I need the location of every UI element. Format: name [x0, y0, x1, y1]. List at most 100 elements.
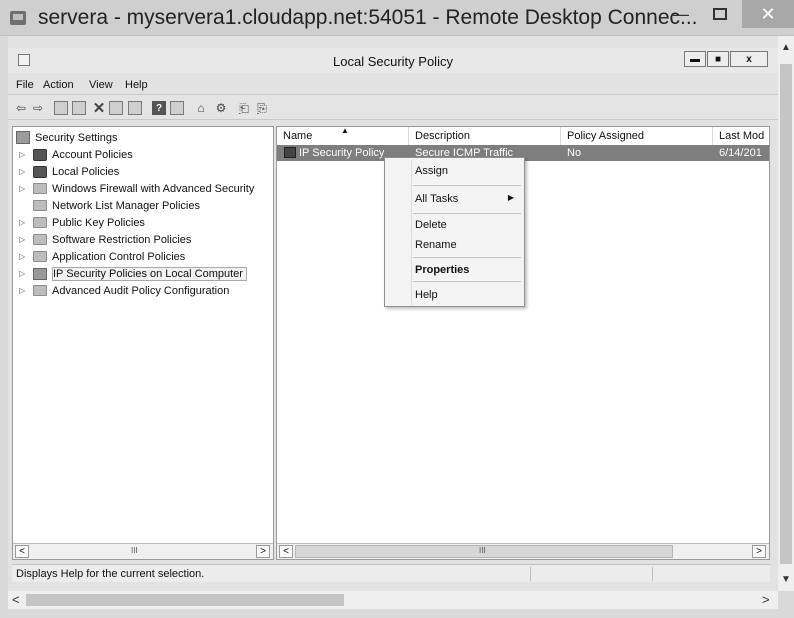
rdp-horizontal-thumb[interactable]: [26, 594, 344, 606]
tree-root[interactable]: Security Settings: [13, 129, 118, 146]
scroll-grip[interactable]: III: [131, 546, 138, 555]
expand-arrow-icon[interactable]: ▷: [19, 218, 29, 227]
scroll-up-icon[interactable]: ▲: [781, 42, 791, 53]
scroll-right-button[interactable]: >: [752, 545, 766, 558]
remote-desktop-icon: [10, 11, 26, 25]
status-text: Displays Help for the current selection.: [16, 568, 205, 580]
tree-item-ip-security-policies[interactable]: ▷ IP Security Policies on Local Computer: [13, 265, 247, 282]
tree-item-label: Software Restriction Policies: [52, 233, 192, 246]
cell-last-modified: 6/14/201: [719, 147, 762, 159]
expand-arrow-icon[interactable]: ▷: [19, 269, 29, 278]
back-arrow-icon[interactable]: ⇦: [14, 101, 28, 115]
column-header-name[interactable]: Name ▲: [277, 127, 409, 145]
menu-action[interactable]: Action: [43, 79, 74, 91]
ip-policy-icon: [284, 147, 296, 158]
scroll-right-button[interactable]: >: [256, 545, 270, 558]
menu-view[interactable]: View: [89, 79, 113, 91]
expand-arrow-icon[interactable]: ▷: [19, 184, 29, 193]
expand-arrow-icon[interactable]: ▷: [19, 252, 29, 261]
menu-item-properties[interactable]: Properties: [385, 259, 524, 281]
maximize-button[interactable]: ■: [707, 51, 729, 67]
tree-item-label: Account Policies: [52, 148, 133, 161]
menu-item-delete[interactable]: Delete: [385, 214, 524, 236]
scroll-left-icon[interactable]: <: [12, 592, 20, 607]
expand-arrow-icon[interactable]: ▷: [19, 167, 29, 176]
tree-item-public-key-policies[interactable]: ▷ Public Key Policies: [13, 214, 145, 231]
expand-arrow-icon[interactable]: ▷: [19, 235, 29, 244]
lock-folder-icon: [33, 148, 47, 161]
folder-icon: [33, 200, 47, 211]
scroll-left-button[interactable]: <: [15, 545, 29, 558]
maximize-icon: [713, 8, 727, 20]
help-icon[interactable]: ?: [152, 101, 166, 115]
rdp-minimize-button[interactable]: —: [660, 0, 700, 28]
folder-icon: [33, 217, 47, 228]
tree-item-account-policies[interactable]: ▷ Account Policies: [13, 146, 133, 163]
tree-item-local-policies[interactable]: ▷ Local Policies: [13, 163, 119, 180]
column-header-description[interactable]: Description: [409, 127, 561, 145]
menu-separator: [413, 257, 521, 258]
rdp-vertical-thumb[interactable]: [780, 64, 792, 564]
menu-item-help[interactable]: Help: [385, 284, 524, 306]
tree-item-network-list-manager[interactable]: Network List Manager Policies: [13, 197, 200, 214]
minimize-button[interactable]: ▬: [684, 51, 706, 67]
forward-arrow-icon[interactable]: ⇨: [31, 101, 45, 115]
folder-icon: [33, 183, 47, 194]
ip-security-icon: [33, 267, 47, 280]
action-pane-icon[interactable]: [170, 101, 184, 115]
show-hide-tree-icon[interactable]: [72, 101, 86, 115]
menu-help[interactable]: Help: [125, 79, 148, 91]
rdp-maximize-button[interactable]: [700, 0, 740, 28]
tree-item-application-control[interactable]: ▷ Application Control Policies: [13, 248, 185, 265]
scroll-down-icon[interactable]: ▼: [781, 574, 791, 585]
rdp-vertical-scrollbar[interactable]: ▲ ▼: [778, 36, 794, 591]
lock-folder-icon: [33, 165, 47, 178]
scroll-left-button[interactable]: <: [279, 545, 293, 558]
tree-item-label: Local Policies: [52, 165, 120, 178]
create-policy-icon[interactable]: ⌂: [194, 101, 208, 115]
folder-icon: [33, 251, 47, 262]
tree-item-label: Advanced Audit Policy Configuration: [52, 284, 230, 297]
folder-icon: [33, 285, 47, 296]
menu-item-assign[interactable]: Assign: [385, 160, 524, 182]
menu-bar: File Action View Help: [8, 76, 778, 94]
tree-item-advanced-audit[interactable]: ▷ Advanced Audit Policy Configuration: [13, 282, 229, 299]
expand-arrow-icon[interactable]: ▷: [19, 150, 29, 159]
tree-item-label: Public Key Policies: [52, 216, 145, 229]
status-divider: [652, 567, 653, 581]
sort-ascending-icon: ▲: [341, 127, 349, 135]
delete-icon[interactable]: ✕: [92, 100, 106, 117]
tree-item-windows-firewall[interactable]: ▷ Windows Firewall with Advanced Securit…: [13, 180, 254, 197]
column-header-last-modified[interactable]: Last Mod: [713, 127, 769, 145]
export-list-icon[interactable]: [128, 101, 142, 115]
menu-separator: [413, 185, 521, 186]
toolbar: ⇦ ⇨ ✕ ? ⌂ ⚙ ⎗ ⎘: [8, 94, 778, 120]
cell-policy-assigned: No: [567, 147, 582, 159]
menu-item-rename[interactable]: Rename: [385, 234, 524, 256]
menu-item-all-tasks[interactable]: All Tasks ▶: [385, 188, 524, 210]
lsp-title-bar: Local Security Policy ▬ ■ x: [8, 48, 778, 73]
properties-icon[interactable]: [109, 101, 123, 115]
list-horizontal-scrollbar[interactable]: < III >: [277, 543, 769, 559]
tree-item-label: IP Security Policies on Local Computer: [52, 266, 247, 281]
status-divider: [530, 567, 531, 581]
folder-icon: [33, 234, 47, 245]
tree-horizontal-scrollbar[interactable]: < III >: [13, 543, 273, 559]
submenu-arrow-icon: ▶: [507, 193, 514, 202]
expand-arrow-icon[interactable]: ▷: [19, 286, 29, 295]
assign-policy-icon[interactable]: ⎗: [237, 101, 251, 115]
menu-file[interactable]: File: [16, 79, 34, 91]
tree-item-software-restriction[interactable]: ▷ Software Restriction Policies: [13, 231, 191, 248]
close-button[interactable]: x: [730, 51, 768, 67]
rdp-horizontal-scrollbar[interactable]: < >: [8, 591, 778, 609]
rdp-close-button[interactable]: ✕: [742, 0, 794, 28]
manage-filters-icon[interactable]: ⚙: [214, 101, 228, 115]
up-folder-icon[interactable]: [54, 101, 68, 115]
tree-item-label: Application Control Policies: [52, 250, 186, 263]
scroll-right-icon[interactable]: >: [762, 592, 770, 607]
scroll-grip[interactable]: III: [479, 546, 486, 555]
cell-name: IP Security Policy: [299, 147, 385, 159]
unassign-policy-icon[interactable]: ⎘: [255, 101, 269, 115]
security-settings-icon: [16, 131, 30, 144]
column-header-policy-assigned[interactable]: Policy Assigned: [561, 127, 713, 145]
